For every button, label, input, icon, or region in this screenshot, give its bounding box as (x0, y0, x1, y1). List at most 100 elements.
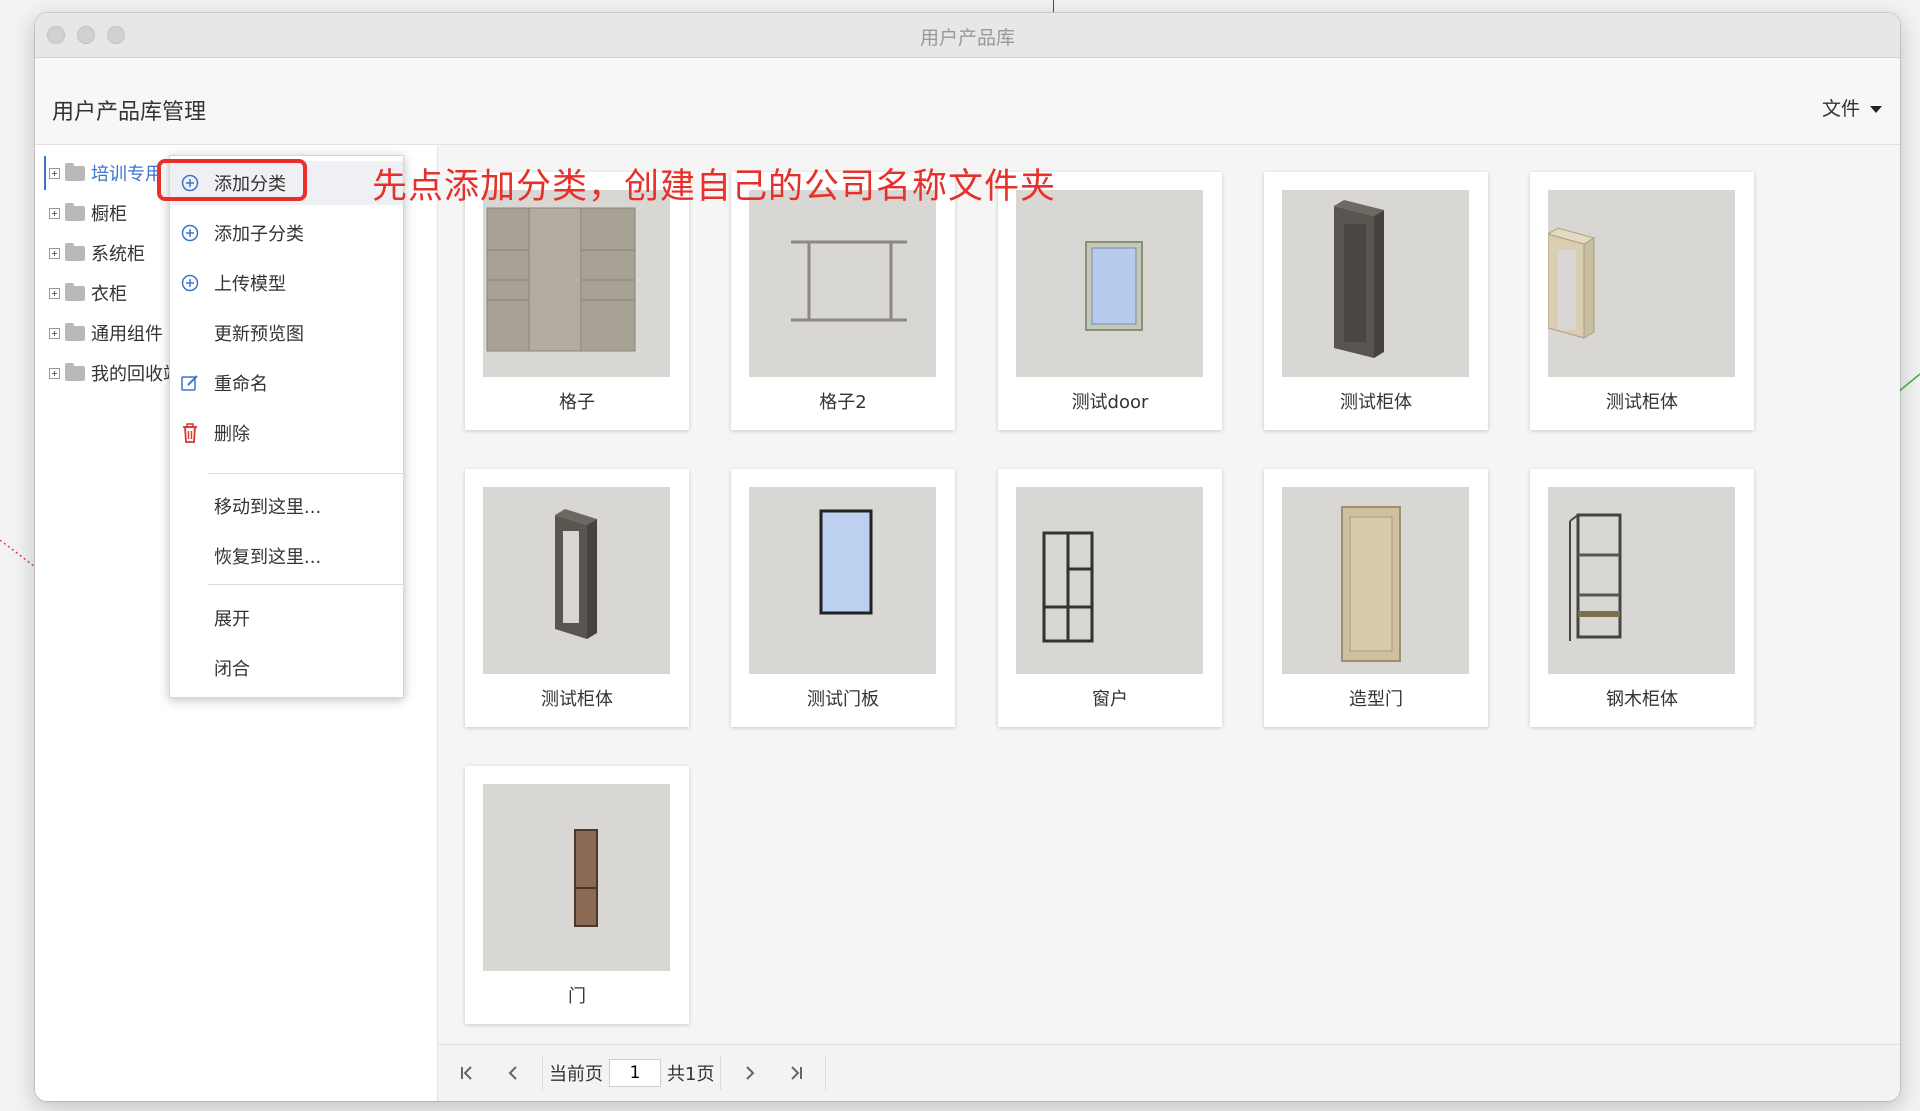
tree-item-training[interactable]: 培训专用 (44, 156, 163, 190)
bg-line (1053, 0, 1054, 12)
product-name: 测试door (1071, 392, 1149, 413)
menu-item-update-preview[interactable]: 更新预览图 (170, 311, 403, 355)
expand-icon[interactable] (49, 247, 60, 259)
product-name: 门 (568, 986, 586, 1007)
menu-item-collapse[interactable]: 闭合 (170, 646, 403, 690)
expand-icon[interactable] (49, 167, 60, 179)
menu-item-upload-model[interactable]: 上传模型 (170, 261, 403, 305)
tree-item-label: 衣柜 (91, 284, 127, 305)
product-name: 窗户 (1092, 689, 1128, 710)
menu-item-label: 重命名 (214, 374, 268, 395)
product-thumbnail (483, 784, 670, 971)
product-thumbnail (749, 190, 936, 377)
first-page-button[interactable] (444, 1053, 490, 1093)
file-menu-label: 文件 (1821, 98, 1860, 120)
menu-item-label: 恢复到这里... (214, 547, 322, 568)
menu-item-expand[interactable]: 展开 (170, 596, 403, 640)
product-card[interactable]: 测试柜体 (1264, 172, 1488, 430)
product-card[interactable]: 测试door (998, 172, 1222, 430)
folder-icon (65, 362, 85, 381)
expand-icon[interactable] (49, 367, 60, 379)
app-window: 用户产品库 用户产品库管理 文件 培训专用 橱柜 系统柜 衣柜 通用组件 我的回… (35, 13, 1900, 1101)
menu-item-label: 闭合 (214, 659, 250, 680)
product-name: 造型门 (1349, 689, 1403, 710)
menu-item-label: 移动到这里... (214, 497, 322, 518)
bg-green-line (1898, 373, 1920, 393)
product-thumbnail (1016, 190, 1203, 377)
first-page-icon (461, 1066, 472, 1080)
plus-circle-icon (170, 224, 210, 242)
page-title: 用户产品库管理 (52, 100, 207, 125)
menu-item-delete[interactable]: 删除 (170, 411, 403, 455)
tree-item-label: 培训专用 (91, 164, 163, 185)
product-name: 测试柜体 (1606, 392, 1678, 413)
current-page-label: 当前页 (549, 1064, 603, 1085)
chevron-left-icon (508, 1066, 517, 1080)
total-pages-label: 共1页 (667, 1064, 715, 1085)
pagination-bar: 当前页 共1页 (438, 1044, 1900, 1101)
folder-icon (65, 322, 85, 341)
menu-item-label: 更新预览图 (214, 324, 304, 345)
tree-item-system-cabinet[interactable]: 系统柜 (49, 240, 145, 266)
prev-page-button[interactable] (490, 1053, 536, 1093)
page-number-input[interactable] (609, 1059, 661, 1087)
product-thumbnail (483, 190, 670, 377)
menu-divider (208, 584, 403, 585)
product-name: 测试柜体 (541, 689, 613, 710)
menu-divider (208, 473, 403, 474)
folder-icon (65, 242, 85, 261)
file-menu-button[interactable]: 文件 (1822, 94, 1882, 121)
product-card[interactable]: 测试柜体 (1530, 172, 1754, 430)
edit-icon (170, 373, 210, 393)
menu-item-label: 展开 (214, 609, 250, 630)
product-card[interactable]: 钢木柜体 (1530, 469, 1754, 727)
menu-item-move-here[interactable]: 移动到这里... (170, 484, 403, 528)
product-thumbnail (1548, 487, 1735, 674)
menu-item-label: 添加分类 (214, 174, 286, 195)
product-card[interactable]: 格子 (465, 172, 689, 430)
tree-item-label: 通用组件 (91, 324, 163, 345)
product-thumbnail (1282, 487, 1469, 674)
product-thumbnail (749, 487, 936, 674)
product-card[interactable]: 测试门板 (731, 469, 955, 727)
folder-icon (65, 202, 85, 221)
menu-item-label: 上传模型 (214, 274, 286, 295)
product-name: 测试门板 (807, 689, 879, 710)
tree-item-recycle[interactable]: 我的回收站 (49, 360, 181, 386)
annotation-text: 先点添加分类，创建自己的公司名称文件夹 (372, 167, 1057, 207)
menu-item-rename[interactable]: 重命名 (170, 361, 403, 405)
product-card[interactable]: 测试柜体 (465, 469, 689, 727)
menu-item-add-subcategory[interactable]: 添加子分类 (170, 211, 403, 255)
product-name: 测试柜体 (1340, 392, 1412, 413)
product-name: 格子2 (819, 392, 867, 413)
menu-item-add-category[interactable]: 添加分类 (170, 161, 403, 205)
title-bar[interactable]: 用户产品库 (35, 13, 1900, 58)
product-grid: 格子 格子2 测试door 测试柜体 测试柜体 测试柜体 测试门板 窗户 造型门… (438, 145, 1900, 1045)
expand-icon[interactable] (49, 287, 60, 299)
plus-circle-icon (170, 174, 210, 192)
tree-item-wardrobe[interactable]: 衣柜 (49, 280, 127, 306)
product-name: 格子 (559, 392, 595, 413)
expand-icon[interactable] (49, 207, 60, 219)
product-card[interactable]: 格子2 (731, 172, 955, 430)
product-card[interactable]: 窗户 (998, 469, 1222, 727)
next-page-button[interactable] (727, 1053, 773, 1093)
plus-circle-icon (170, 274, 210, 292)
divider (825, 1056, 827, 1090)
tree-item-common[interactable]: 通用组件 (49, 320, 163, 346)
expand-icon[interactable] (49, 327, 60, 339)
product-card[interactable]: 造型门 (1264, 469, 1488, 727)
folder-icon (65, 282, 85, 301)
context-menu: 添加分类 添加子分类 上传模型 更新预览图 重命名 删除 移动到这里... 恢复… (169, 155, 404, 698)
trash-icon (170, 422, 210, 444)
last-page-button[interactable] (773, 1053, 819, 1093)
product-thumbnail (483, 487, 670, 674)
divider (542, 1056, 543, 1090)
tree-item-cabinet[interactable]: 橱柜 (49, 200, 127, 226)
menu-item-restore-here[interactable]: 恢复到这里... (170, 534, 403, 578)
menu-item-label: 添加子分类 (214, 224, 304, 245)
folder-icon (65, 162, 85, 181)
product-card[interactable]: 门 (465, 766, 689, 1024)
window-title: 用户产品库 (919, 27, 1015, 49)
product-thumbnail (1016, 487, 1203, 674)
